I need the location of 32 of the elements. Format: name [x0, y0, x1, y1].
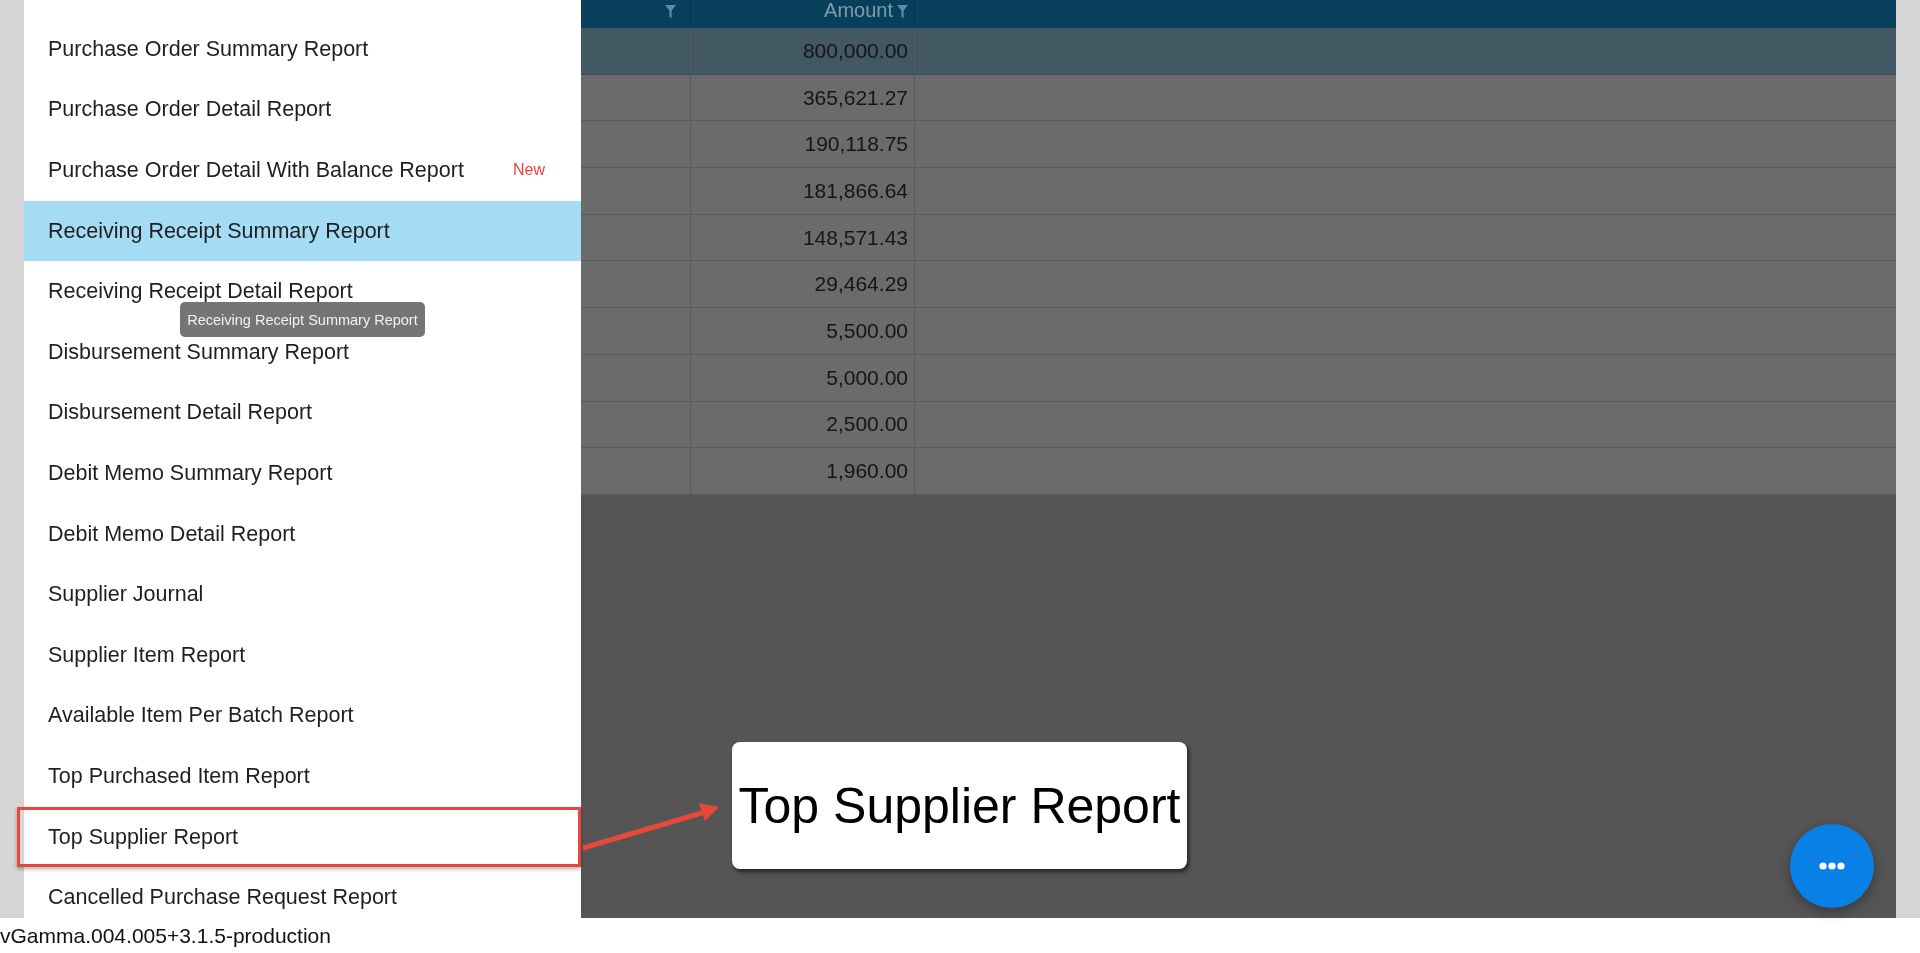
amount-cell: 148,571.43: [802, 225, 908, 250]
menu-item[interactable]: Debit Memo Detail Report: [48, 517, 296, 551]
menu-item[interactable]: Debit Memo Summary Report: [48, 456, 333, 490]
menu-item[interactable]: Top Supplier Report: [48, 820, 239, 854]
amount-cell: 190,118.75: [804, 132, 908, 157]
more-icon: [1819, 862, 1845, 870]
amount-cell: 181,866.64: [802, 178, 908, 203]
menu-item[interactable]: Purchase Order Summary Report: [48, 32, 369, 66]
amount-cell: 800,000.00: [802, 38, 908, 63]
amount-cell: 5,000.00: [826, 365, 908, 390]
menu-item[interactable]: Disbursement Summary Report: [48, 335, 350, 369]
menu-item[interactable]: Disbursement Detail Report: [48, 396, 313, 430]
amount-cell: 2,500.00: [826, 412, 908, 437]
amount-cell: 365,621.27: [802, 85, 908, 110]
menu-item[interactable]: Supplier Item Report: [48, 638, 246, 672]
callout-label: Top Supplier Report: [732, 742, 1187, 869]
amount-cell: 5,500.00: [826, 318, 908, 343]
menu-item[interactable]: Top Purchased Item Report: [48, 759, 310, 793]
menu-item[interactable]: Purchase Order Detail With Balance Report: [48, 154, 464, 187]
amount-cell: 1,960.00: [826, 459, 908, 484]
menu-item[interactable]: Cancelled Purchase Request Report: [48, 881, 397, 915]
tooltip: Receiving Receipt Summary Report: [180, 302, 425, 337]
column-header: Amount: [824, 2, 893, 18]
menu-item[interactable]: Purchase Order Detail Report: [48, 93, 332, 127]
menu-item[interactable]: Receiving Receipt Summary Report: [48, 214, 390, 248]
new-label: New: [513, 161, 545, 180]
menu-item[interactable]: Available Item Per Batch Report: [48, 699, 354, 733]
version-text: vGamma.004.005+3.1.5-production: [0, 923, 331, 948]
filter-icon[interactable]: [665, 5, 676, 18]
filter-icon[interactable]: [897, 5, 908, 18]
menu-item[interactable]: Supplier Journal: [48, 578, 204, 612]
amount-cell: 29,464.29: [814, 272, 908, 297]
